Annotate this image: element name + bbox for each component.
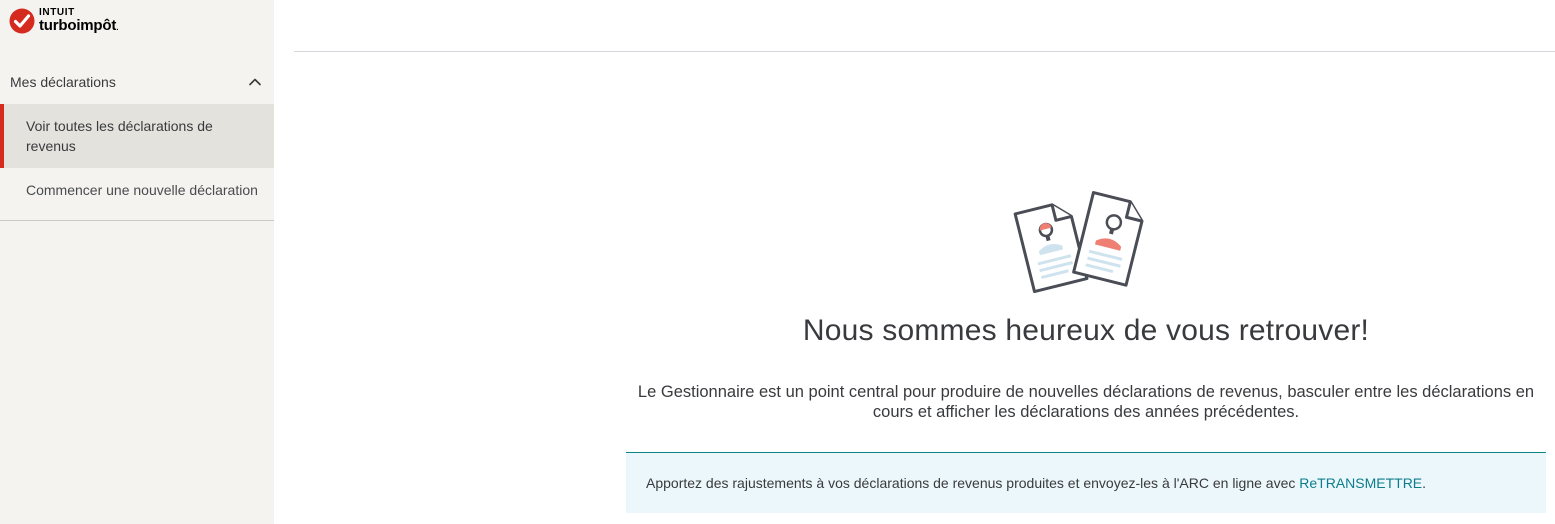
sidebar-item-voir-toutes[interactable]: Voir toutes les déclarations de revenus [0,104,274,168]
sidebar: INTUIT turboimpôt. Mes déclarations Voir… [0,0,274,524]
banner-text-after: . [1422,475,1427,491]
chevron-up-icon [249,78,261,86]
sidebar-item-label: Voir toutes les déclarations de revenus [26,118,213,154]
checkmark-logo-icon [9,8,35,34]
section-title: Mes déclarations [10,74,116,90]
mes-declarations-toggle[interactable]: Mes déclarations [0,68,274,96]
sidebar-divider [0,220,274,221]
header-divider [294,51,1555,52]
sidebar-item-nouvelle-declaration[interactable]: Commencer une nouvelle déclaration [0,180,274,200]
retransmettre-link[interactable]: ReTRANSMETTRE [1299,475,1422,491]
tax-documents-illustration-icon [1013,191,1144,294]
logo-product: turboimpôt [39,17,117,34]
logo-product-suffix: . [116,22,119,33]
turboimpot-logo[interactable]: INTUIT turboimpôt. [9,6,119,36]
retransmettre-info-banner: Apportez des rajustements à vos déclarat… [626,452,1546,513]
page-title: Nous sommes heureux de vous retrouver! [802,314,1370,347]
sidebar-item-label: Commencer une nouvelle déclaration [26,182,258,198]
page-description: Le Gestionnaire est un point central pou… [637,383,1535,421]
logo-wordmark: INTUIT turboimpôt. [39,8,119,34]
banner-text: Apportez des rajustements à vos déclarat… [646,475,1426,491]
banner-text-before: Apportez des rajustements à vos déclarat… [646,475,1300,491]
